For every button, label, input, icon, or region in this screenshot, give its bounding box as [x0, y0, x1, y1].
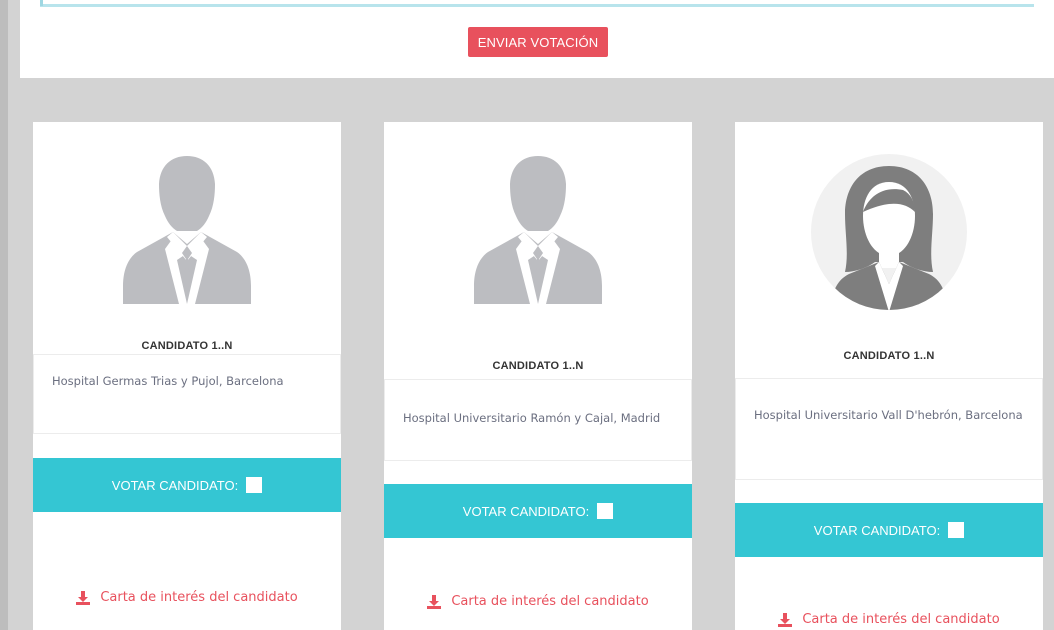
vote-checkbox[interactable] [597, 503, 614, 519]
candidate-hospital-text: Hospital Universitario Vall D'hebrón, Ba… [754, 408, 1023, 422]
candidate-hospital-text: Hospital Germas Trias y Pujol, Barcelona [52, 374, 284, 388]
submit-vote-button[interactable]: ENVIAR VOTACIÓN [468, 27, 608, 57]
top-accent-corner [40, 0, 43, 6]
vote-checkbox[interactable] [948, 522, 965, 538]
candidate-letter-label: Carta de interés del candidato [802, 612, 1000, 627]
candidate-letter-label: Carta de interés del candidato [451, 594, 649, 609]
candidate-hospital: Hospital Universitario Ramón y Cajal, Ma… [384, 379, 692, 461]
top-accent-line [40, 4, 1034, 7]
download-icon [76, 590, 91, 605]
candidate-letter-link[interactable]: Carta de interés del candidato [384, 594, 692, 609]
vote-candidate-label: VOTAR CANDIDATO: [462, 503, 590, 519]
male-avatar-icon [474, 156, 602, 304]
vote-checkbox[interactable] [246, 477, 263, 493]
left-border [0, 0, 8, 630]
candidate-card-3: CANDIDATO 1..N Hospital Universitario Va… [735, 122, 1043, 630]
candidate-card-2: CANDIDATO 1..N Hospital Universitario Ra… [384, 122, 692, 630]
candidate-photo [384, 152, 692, 312]
vote-candidate-bar: VOTAR CANDIDATO: [735, 503, 1043, 557]
candidate-name: CANDIDATO 1..N [843, 350, 935, 362]
candidate-hospital-text: Hospital Universitario Ramón y Cajal, Ma… [403, 411, 661, 425]
candidate-photo [33, 152, 341, 312]
vote-candidate-bar: VOTAR CANDIDATO: [384, 484, 692, 538]
candidate-letter-link[interactable]: Carta de interés del candidato [33, 590, 341, 605]
vote-candidate-label: VOTAR CANDIDATO: [813, 522, 941, 538]
vote-candidate-bar: VOTAR CANDIDATO: [33, 458, 341, 512]
candidate-hospital: Hospital Germas Trias y Pujol, Barcelona [33, 354, 341, 434]
female-avatar-icon [811, 154, 967, 310]
candidate-hospital: Hospital Universitario Vall D'hebrón, Ba… [735, 378, 1043, 480]
candidate-letter-link[interactable]: Carta de interés del candidato [735, 612, 1043, 627]
download-icon [778, 612, 793, 627]
candidate-name: CANDIDATO 1..N [141, 340, 233, 352]
download-icon [427, 594, 442, 609]
candidate-photo [735, 152, 1043, 312]
vote-candidate-label: VOTAR CANDIDATO: [111, 477, 239, 493]
male-avatar-icon [123, 156, 251, 304]
candidate-letter-label: Carta de interés del candidato [100, 590, 298, 605]
candidate-name: CANDIDATO 1..N [492, 360, 584, 372]
candidate-card-1: CANDIDATO 1..N Hospital Germas Trias y P… [33, 122, 341, 630]
